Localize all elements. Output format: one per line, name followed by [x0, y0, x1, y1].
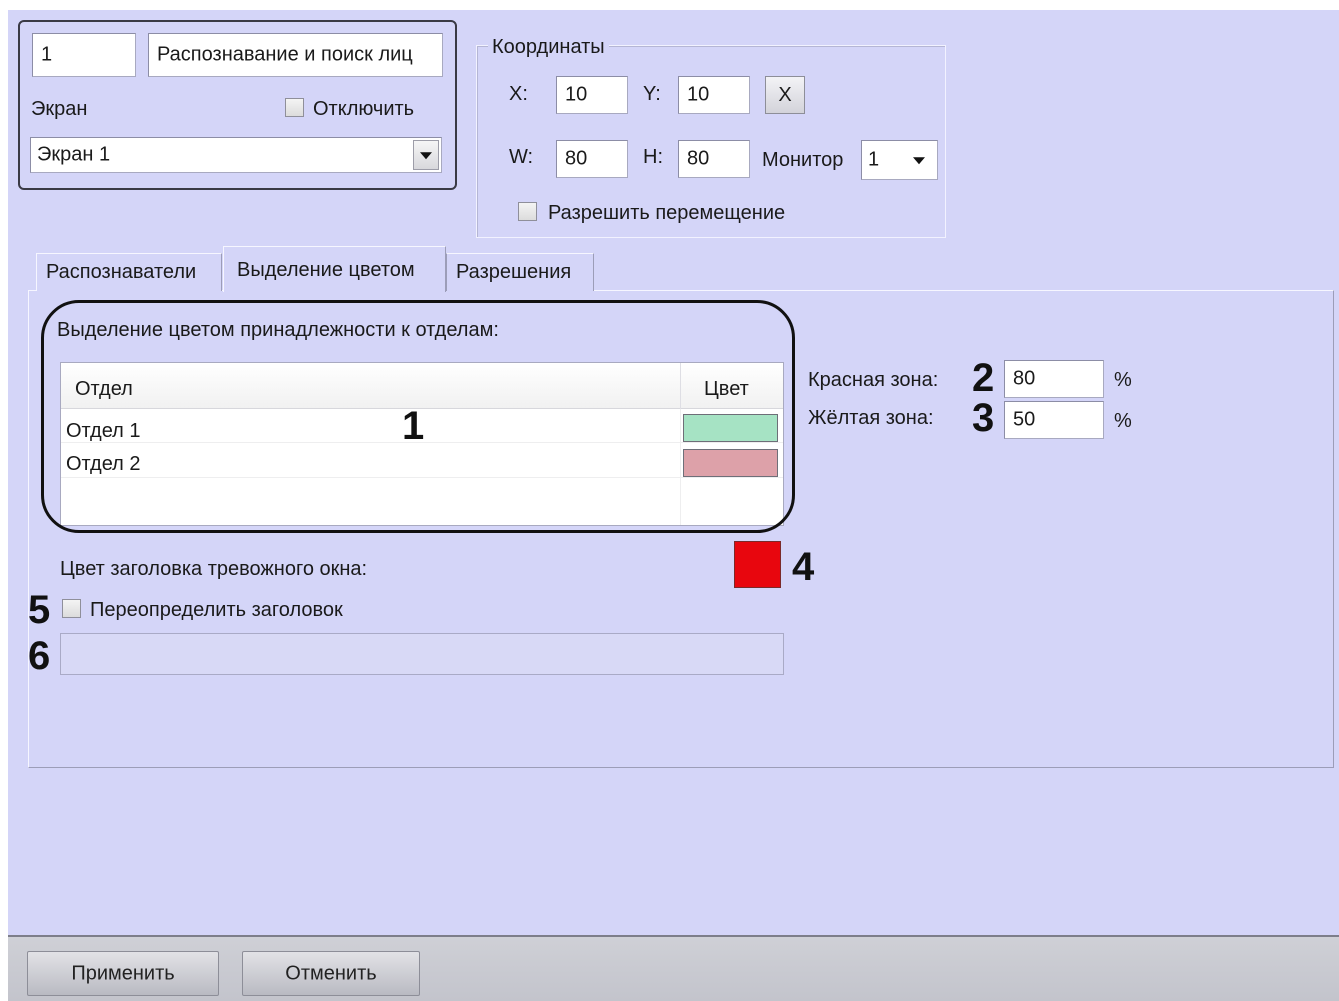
- apply-button[interactable]: Применить: [27, 951, 219, 996]
- h-input[interactable]: 80: [678, 140, 750, 178]
- callout-number: 2: [972, 356, 995, 400]
- object-name-field[interactable]: Распознавание и поиск лиц: [148, 33, 443, 77]
- cancel-button[interactable]: Отменить: [242, 951, 420, 996]
- override-header-label: Переопределить заголовок: [90, 599, 343, 621]
- y-label: Y:: [643, 83, 661, 105]
- alarm-header-color-swatch[interactable]: [734, 541, 781, 588]
- h-label: H:: [643, 146, 663, 168]
- x-label: X:: [509, 83, 528, 105]
- red-zone-input[interactable]: 80: [1004, 360, 1104, 398]
- screen-dropdown[interactable]: Экран 1: [30, 137, 442, 173]
- red-zone-percent: %: [1114, 369, 1132, 391]
- yellow-zone-label: Жёлтая зона:: [808, 407, 934, 429]
- clear-coordinates-button[interactable]: X: [765, 76, 805, 114]
- coordinates-title: Координаты: [488, 37, 609, 57]
- callout-number: 6: [28, 634, 51, 678]
- monitor-dropdown[interactable]: 1: [861, 140, 938, 180]
- override-header-input[interactable]: [60, 633, 784, 675]
- yellow-zone-input[interactable]: 50: [1004, 401, 1104, 439]
- tab-recognizers[interactable]: Распознаватели: [36, 253, 222, 291]
- chevron-down-icon[interactable]: [905, 145, 933, 175]
- callout-number: 3: [972, 396, 995, 440]
- screen-label: Экран: [31, 98, 88, 120]
- y-input[interactable]: 10: [678, 76, 750, 114]
- disable-checkbox[interactable]: [285, 98, 304, 117]
- callout-number: 1: [402, 404, 425, 448]
- object-id-field[interactable]: 1: [32, 33, 136, 77]
- allow-move-checkbox[interactable]: [518, 202, 537, 221]
- callout-number: 5: [28, 588, 51, 632]
- monitor-label: Монитор: [762, 149, 844, 171]
- close-icon: X: [778, 84, 792, 106]
- disable-label: Отключить: [313, 98, 415, 120]
- x-input[interactable]: 10: [556, 76, 628, 114]
- red-zone-label: Красная зона:: [808, 369, 939, 391]
- w-input[interactable]: 80: [556, 140, 628, 178]
- allow-move-label: Разрешить перемещение: [548, 202, 786, 224]
- override-header-checkbox[interactable]: [62, 599, 81, 618]
- w-label: W:: [509, 146, 534, 168]
- alarm-header-color-label: Цвет заголовка тревожного окна:: [60, 558, 368, 580]
- callout-number: 4: [792, 545, 815, 589]
- chevron-down-icon[interactable]: [413, 140, 439, 170]
- yellow-zone-percent: %: [1114, 410, 1132, 432]
- tab-color-highlight[interactable]: Выделение цветом: [223, 246, 446, 292]
- tab-permissions[interactable]: Разрешения: [446, 253, 594, 291]
